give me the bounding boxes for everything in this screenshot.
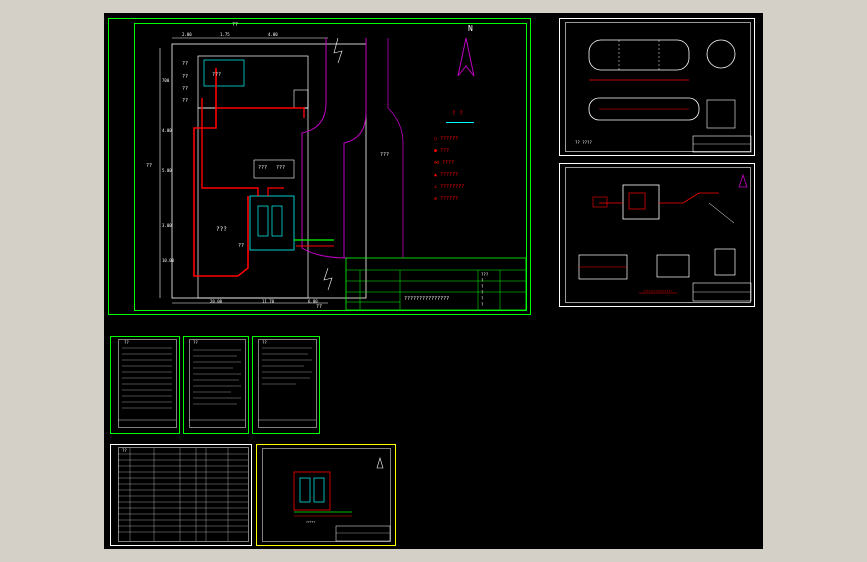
bottom-label: ??: [316, 304, 323, 310]
legend-item: ⊥ ????????: [434, 184, 465, 190]
design-notes-sheet-1[interactable]: ??: [183, 336, 249, 434]
side-label: ??: [146, 163, 153, 169]
legend-item: ⊕ ??????: [434, 196, 459, 202]
tank-label-1: ???: [258, 165, 268, 171]
legend-item: ● ???: [434, 148, 450, 154]
dim-top-2: 1.75: [220, 32, 230, 37]
room-label-1: ??: [182, 61, 189, 67]
legend-item: ⋈ ????: [434, 160, 455, 166]
title-block-caption: ???????????????: [404, 296, 450, 302]
design-notes-drawing-2: [252, 336, 320, 434]
tank-sheet-note: ?? ????: [575, 140, 592, 145]
tank-area-label: ??: [238, 243, 245, 249]
sheet-header-1: ??: [124, 340, 129, 345]
material-table-drawing: [110, 444, 252, 546]
equipment-list-sheet[interactable]: ??: [110, 336, 180, 434]
sheet-header-2: ??: [193, 340, 198, 345]
pump-room-detail-sheet[interactable]: ????????????????: [559, 163, 755, 307]
gate-valve-icon: ⋈: [434, 160, 443, 166]
dim-left-2: 4.00: [162, 128, 172, 133]
dim-top-1: 2.00: [182, 32, 192, 37]
dim-bottom-1: 20.00: [210, 299, 223, 304]
dim-left-3: 5.00: [162, 168, 172, 173]
pump-room-detail-drawing: [559, 163, 755, 307]
cad-canvas: N ?? 2.00 1.75 4.00 700 4.00 5.00 3.00 1…: [104, 13, 763, 549]
room-label-3: ??: [182, 86, 189, 92]
material-table-sheet[interactable]: ??: [110, 444, 252, 546]
room-label-4: ??: [182, 98, 189, 104]
detail-sheet-note: ????????????????: [643, 289, 672, 293]
legend-item: ◯ ??????: [434, 136, 459, 142]
tank-detail-sheet[interactable]: ?? ????: [559, 18, 755, 156]
main-plan-drawing: [108, 18, 531, 315]
legend-item: ▲ ??????: [434, 172, 459, 178]
dim-left-5: 10.00: [162, 258, 175, 263]
title-block-right-column: ??? ? ? ? ? ?: [481, 272, 489, 307]
main-plan-sheet[interactable]: N ?? 2.00 1.75 4.00 700 4.00 5.00 3.00 1…: [108, 18, 531, 315]
dim-bottom-2: 11.70: [262, 299, 275, 304]
room-label-5: ???: [212, 72, 222, 78]
equipment-list-drawing: [110, 336, 180, 434]
dim-left-4: 3.00: [162, 223, 172, 228]
small-plan-caption: ?????: [306, 520, 316, 524]
legend-underline: [446, 122, 474, 123]
room-label-2: ??: [182, 74, 189, 80]
tank-label-2: ???: [276, 165, 286, 171]
legend-list: ◯ ?????? ● ??? ⋈ ???? ▲ ?????? ⊥ ???????…: [434, 136, 464, 208]
top-label: ??: [232, 22, 239, 28]
tank-area-plan-drawing: [256, 444, 396, 546]
tank-detail-drawing: [559, 18, 755, 156]
center-room-label: ???: [216, 226, 227, 233]
north-letter: N: [468, 24, 473, 33]
sheet-header-4: ??: [122, 448, 127, 453]
sheet-header-3: ??: [262, 340, 267, 345]
tank-area-plan-sheet[interactable]: ?????: [256, 444, 396, 546]
dim-top-3: 4.00: [268, 32, 278, 37]
road-label: ???: [380, 152, 390, 158]
design-notes-sheet-2[interactable]: ??: [252, 336, 320, 434]
design-notes-drawing-1: [183, 336, 249, 434]
legend-title: ? ?: [452, 110, 463, 117]
dim-left-1: 700: [162, 78, 170, 83]
